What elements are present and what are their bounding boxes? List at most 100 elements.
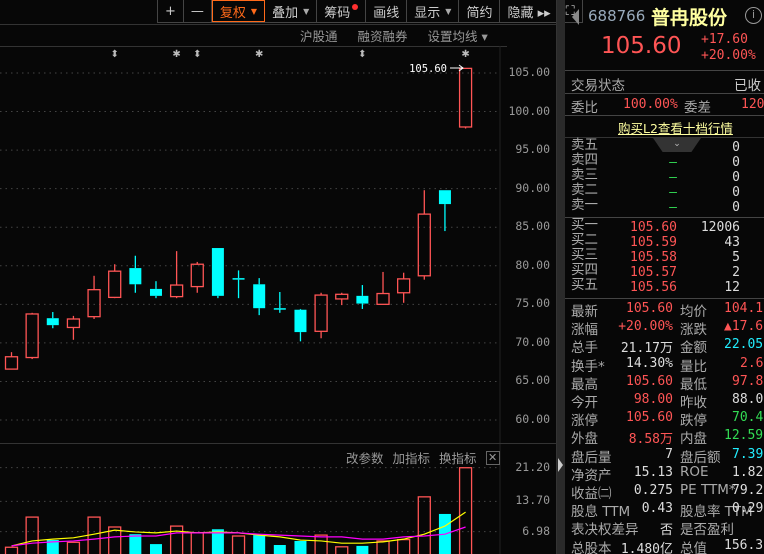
price-axis-tick: 95.00 [515, 142, 550, 157]
volume-bar [397, 538, 411, 554]
bid-volume: 2 [732, 265, 740, 280]
divider [565, 298, 764, 299]
stat-value: 156.3 [724, 537, 764, 553]
wc-label: 委差 [684, 100, 711, 116]
volume-bar [417, 496, 431, 554]
candle-body [232, 278, 245, 280]
status-value: 已收 [734, 78, 761, 94]
stat-value: 否 [659, 523, 673, 539]
updown-arrow-icon: ⬍ [111, 49, 119, 60]
ask-volume: 0 [732, 140, 740, 155]
kline-chart[interactable]: ⬍ ✱ ⬍ ✱ ⬍ ✱ 105.60 [0, 0, 557, 554]
pointer-arrow-icon [450, 64, 464, 72]
stat-value: 2.6 [740, 355, 764, 371]
bid-level-label: 买四 [571, 262, 598, 278]
ask-level-label: 卖四 [571, 152, 598, 168]
expand-tab[interactable]: ⌄ [653, 138, 701, 152]
divider [565, 115, 764, 116]
change-indicator-button[interactable]: 换指标 [439, 448, 477, 467]
price-axis-tick: 60.00 [515, 411, 550, 426]
ask-level-label: 卖三 [571, 167, 598, 183]
wb-value: 100.00% [623, 97, 678, 112]
stat-label: PE TTM* [680, 482, 736, 498]
edit-params-button[interactable]: 改参数 [346, 448, 384, 467]
add-indicator-button[interactable]: 加指标 [393, 448, 431, 467]
updown-arrow-icon: ⬍ [193, 49, 201, 60]
stock-name: 普冉股份 [651, 7, 728, 29]
divider [565, 70, 764, 71]
candle-body [417, 213, 431, 277]
candle-body [169, 284, 184, 298]
stat-label: 今开 [571, 395, 598, 411]
ask-volume: 0 [732, 170, 740, 185]
stat-label: 表决权差异 [571, 522, 639, 539]
stat-value: 105.60 [626, 410, 673, 426]
stat-value: 88.0 [732, 392, 764, 407]
stat-label: 总值 [680, 540, 707, 554]
stat-label: 跌停 [680, 413, 707, 430]
candle-body [129, 268, 142, 285]
volume-bar [253, 535, 266, 554]
stat-label: 最低 [680, 376, 707, 393]
candle-body [397, 278, 411, 294]
ask-price: — [669, 170, 677, 185]
candle-body [294, 309, 307, 333]
asterisk-icon: ✱ [172, 49, 180, 60]
back-arrow-icon[interactable] [572, 9, 579, 25]
stat-label: 涨幅 [571, 322, 598, 339]
stat-value: 104.1 [724, 301, 764, 316]
close-icon[interactable]: ✕ [485, 450, 500, 465]
price-axis-tick: 70.00 [515, 334, 550, 349]
wb-label: 委比 [571, 100, 598, 116]
candle-body [376, 292, 390, 305]
stat-value: 1.82 [732, 464, 764, 480]
stat-value: +20.00% [618, 319, 673, 335]
candle-body [108, 270, 122, 299]
stat-value: 97.8 [732, 373, 764, 389]
panel-splitter[interactable] [557, 0, 565, 554]
candle-body [25, 313, 39, 359]
candle-body [356, 295, 369, 304]
volume-bar [273, 545, 286, 554]
asterisk-icon: ✱ [255, 49, 263, 60]
volume-bar [458, 467, 473, 554]
volume-bar [335, 546, 349, 554]
volume-bar [314, 534, 328, 554]
volume-bar [4, 546, 19, 554]
bid-volume: 43 [724, 235, 740, 250]
candle-body [438, 190, 451, 205]
bid-level-label: 买三 [571, 247, 598, 263]
volume-axis-tick: 13.70 [515, 493, 550, 508]
price-axis-tick: 75.00 [515, 296, 550, 311]
stat-value: 0.275 [633, 483, 673, 498]
stat-value: 7.39 [732, 446, 764, 462]
volume-indicator-menu: 改参数 加指标 换指标 ✕ [346, 448, 500, 467]
volume-bar [66, 541, 81, 554]
stat-label: 均价 [680, 304, 707, 320]
last-price: 105.60 [601, 33, 682, 59]
volume-bar [149, 544, 162, 554]
info-icon[interactable]: i [745, 7, 762, 24]
ask-price: — [669, 200, 677, 215]
candle-body [211, 248, 224, 296]
bid-volume: 12 [724, 280, 740, 295]
divider [0, 443, 556, 444]
stat-value: 105.60 [626, 373, 673, 389]
stat-label: 昨收 [680, 395, 707, 411]
stat-label: 换手* [571, 358, 605, 375]
stat-label: 最高 [571, 376, 598, 393]
stat-label: ROE [680, 463, 709, 480]
stat-value: 22.05 [724, 337, 764, 353]
bid-level-label: 买二 [571, 232, 598, 248]
volume-bar [356, 545, 369, 554]
stat-value: 14.30% [626, 355, 673, 371]
candle-body [314, 294, 328, 332]
stat-label: 外盘 [571, 431, 598, 448]
price-axis-tick: 100.00 [508, 103, 550, 118]
collapse-arrow-icon[interactable] [558, 458, 563, 472]
candle-body [190, 263, 204, 288]
buy-l2-link[interactable]: 购买L2查看十档行情 [618, 118, 733, 137]
price-axis-tick: 105.00 [508, 65, 550, 79]
stat-value: 8.58万 [628, 432, 673, 448]
bid-price: 105.57 [630, 265, 677, 280]
